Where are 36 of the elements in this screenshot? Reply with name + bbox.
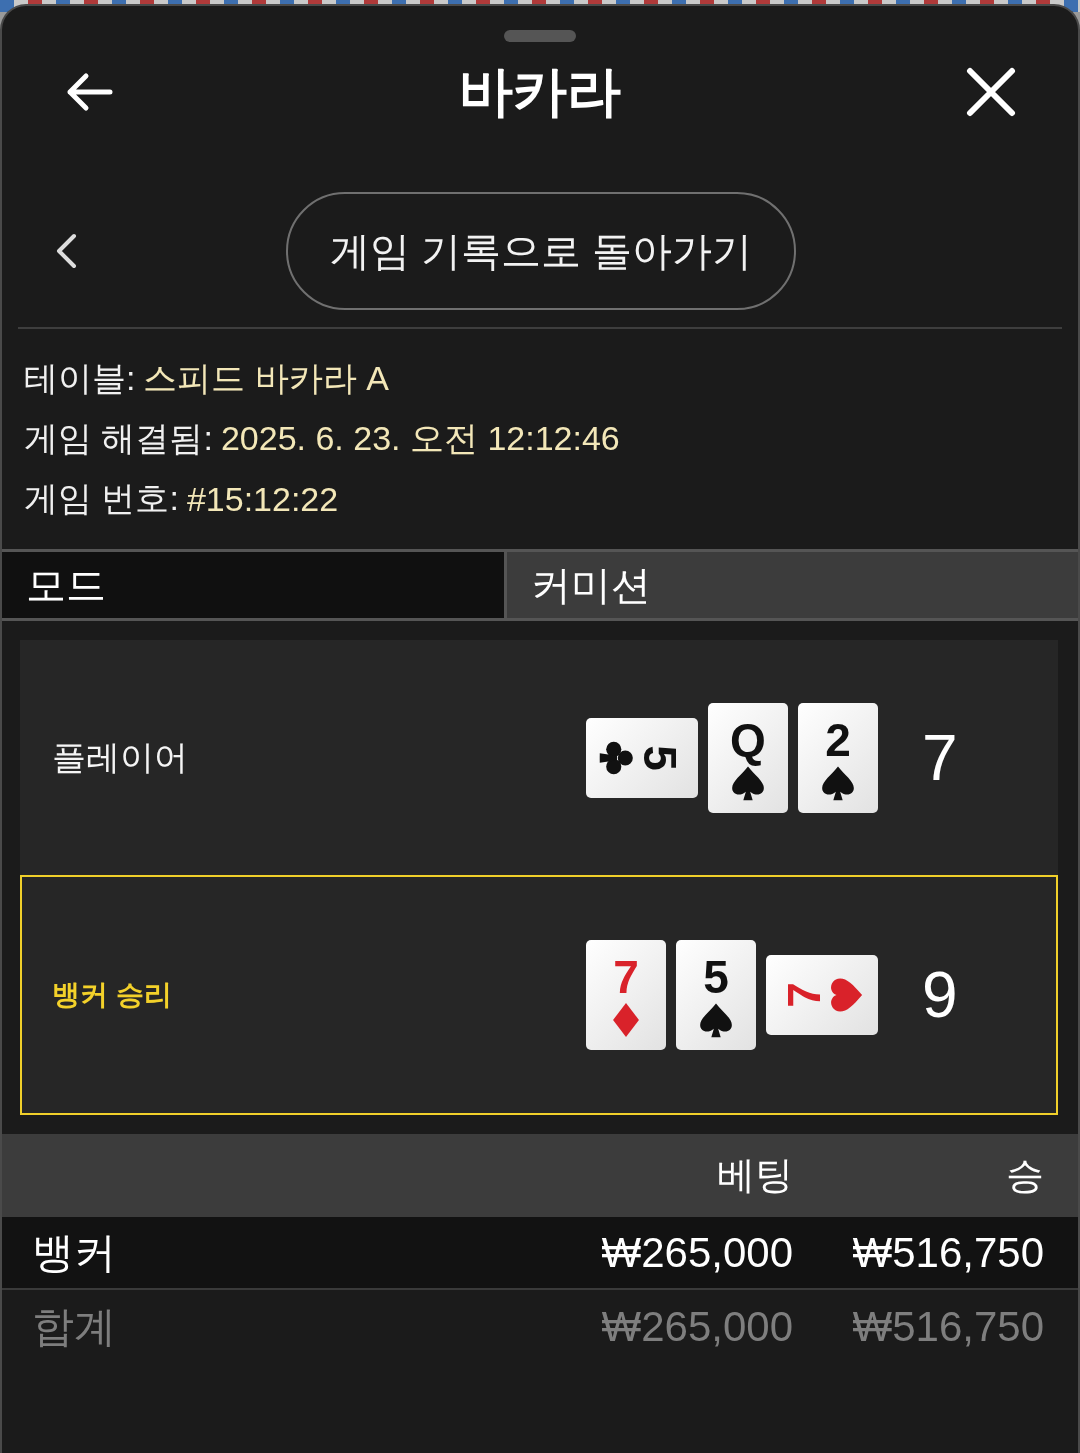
spade-icon (698, 1002, 734, 1038)
spade-icon (730, 764, 766, 801)
hand-label: 플레이어 (52, 736, 188, 778)
table-cell-text: ₩516,750 (851, 1228, 1044, 1277)
card-rank: 5 (703, 952, 729, 1002)
detail-label: 게임 해결됨: (24, 418, 213, 459)
tab[interactable]: 모드 (2, 552, 504, 618)
detail-value: #15:12:22 (186, 479, 339, 519)
card-rank: 2 (825, 714, 851, 765)
card-rank: 7 (779, 982, 829, 1008)
detail-label: 테이블: (24, 358, 136, 399)
close-icon[interactable] (966, 67, 1016, 117)
card-rank: Q (730, 714, 766, 765)
chevron-left-icon[interactable] (54, 233, 78, 269)
hand-score: 9 (922, 958, 959, 1032)
column-header: 승 (1005, 1153, 1044, 1198)
table-cell-text: ₩516,750 (851, 1302, 1044, 1351)
detail-value: 스피드 바카라 A (143, 358, 390, 399)
sheet-title: 바카라 (459, 59, 621, 123)
table-cell-text: 뱅커 (32, 1227, 117, 1278)
card-rank: 7 (613, 952, 639, 1002)
club-icon (599, 739, 635, 776)
table-cell-text: ₩265,000 (600, 1302, 793, 1351)
table-cell-text: 합계 (32, 1301, 117, 1352)
back-to-history-button[interactable]: 게임 기록으로 돌아가기 (286, 192, 796, 310)
card-rank: 5 (635, 744, 685, 771)
spade-icon (820, 764, 856, 801)
detail-value: 2025. 6. 23. 오전 12:12:46 (220, 418, 620, 459)
hand-score: 7 (922, 720, 959, 795)
drag-handle[interactable] (504, 30, 576, 42)
tab[interactable]: 커미션 (504, 552, 1078, 618)
heart-icon (829, 977, 865, 1013)
column-header: 베팅 (716, 1153, 793, 1198)
detail-label: 게임 번호: (24, 478, 179, 519)
table-cell-text: ₩265,000 (600, 1228, 793, 1277)
hand-label: 뱅커 승리 (52, 978, 172, 1012)
